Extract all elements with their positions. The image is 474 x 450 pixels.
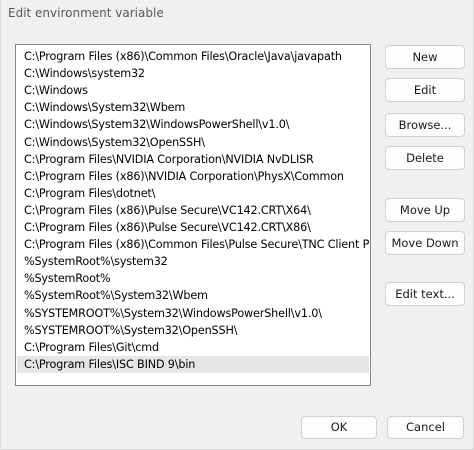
path-list-item[interactable]: C:\Program Files (x86)\Pulse Secure\VC14…: [17, 219, 369, 236]
cancel-button[interactable]: Cancel: [387, 416, 464, 439]
path-list-item[interactable]: C:\Program Files\NVIDIA Corporation\NVID…: [17, 151, 369, 168]
path-list-item[interactable]: C:\Program Files\dotnet\: [17, 185, 369, 202]
edit-button[interactable]: Edit: [385, 78, 465, 102]
path-list-item[interactable]: C:\Program Files (x86)\Common Files\Orac…: [17, 48, 369, 65]
new-button[interactable]: New: [385, 45, 465, 69]
path-list-item[interactable]: C:\Program Files (x86)\Common Files\Puls…: [17, 236, 369, 253]
delete-button[interactable]: Delete: [385, 146, 465, 170]
path-list-item[interactable]: C:\Windows\system32: [17, 65, 369, 82]
browse-button[interactable]: Browse...: [385, 113, 465, 137]
path-list-item[interactable]: C:\Program Files (x86)\Pulse Secure\VC14…: [17, 202, 369, 219]
path-list-item[interactable]: C:\Windows\System32\Wbem: [17, 99, 369, 116]
path-list-item[interactable]: %SystemRoot%\system32: [17, 253, 369, 270]
dialog-title: Edit environment variable: [8, 6, 164, 20]
path-entries-list[interactable]: C:\Program Files (x86)\Common Files\Orac…: [15, 44, 371, 386]
path-list-item[interactable]: %SYSTEMROOT%\System32\OpenSSH\: [17, 322, 369, 339]
move-down-button[interactable]: Move Down: [385, 231, 465, 255]
path-list-item[interactable]: %SystemRoot%\System32\Wbem: [17, 287, 369, 304]
ok-button[interactable]: OK: [301, 416, 377, 439]
path-list-item[interactable]: %SystemRoot%: [17, 270, 369, 287]
path-list-item[interactable]: C:\Windows\System32\WindowsPowerShell\v1…: [17, 116, 369, 133]
path-list-item[interactable]: C:\Windows\System32\OpenSSH\: [17, 134, 369, 151]
path-list-item[interactable]: C:\Program Files (x86)\NVIDIA Corporatio…: [17, 168, 369, 185]
move-up-button[interactable]: Move Up: [385, 198, 465, 222]
edit-environment-variable-dialog: Edit environment variable C:\Program Fil…: [0, 0, 474, 450]
path-list-item[interactable]: C:\Windows: [17, 82, 369, 99]
edit-text-button[interactable]: Edit text...: [385, 282, 465, 306]
path-list-item[interactable]: C:\Program Files\Git\cmd: [17, 339, 369, 356]
path-list-item[interactable]: C:\Program Files\ISC BIND 9\bin: [17, 355, 369, 373]
path-list-item[interactable]: %SYSTEMROOT%\System32\WindowsPowerShell\…: [17, 305, 369, 322]
